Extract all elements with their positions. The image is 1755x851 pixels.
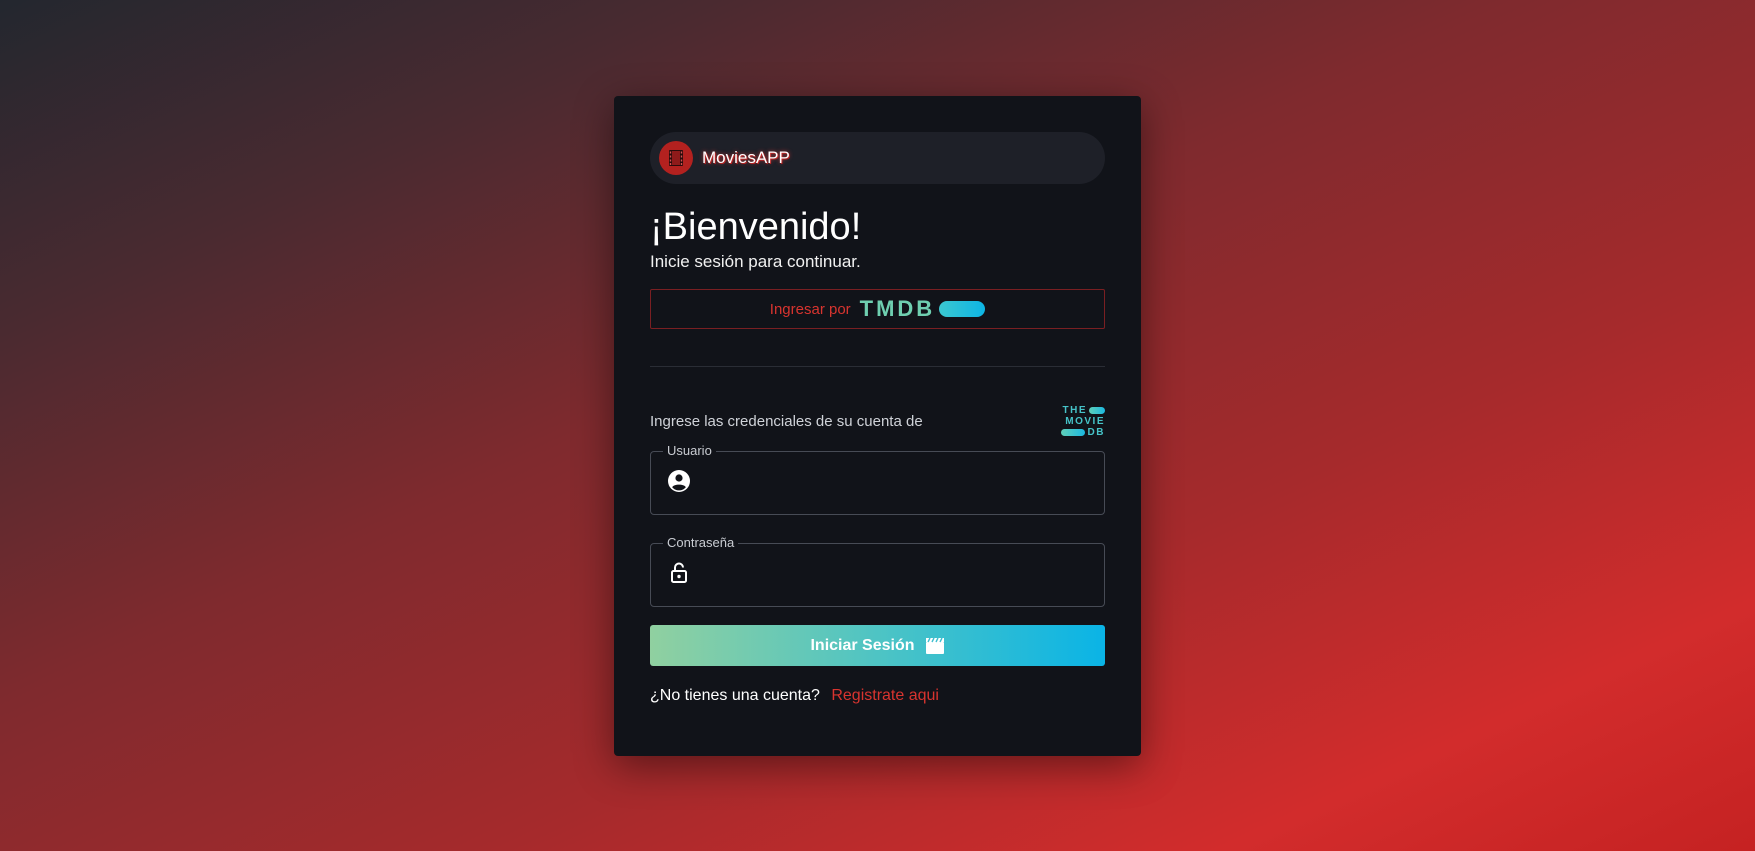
tmdb-logo-line-2: MOVIE bbox=[1065, 415, 1105, 427]
login-card: MoviesAPP ¡Bienvenido! Inicie sesión par… bbox=[614, 96, 1141, 756]
register-row: ¿No tienes una cuenta? Registrate aqui bbox=[650, 687, 1105, 705]
tmdb-logo-pill bbox=[939, 301, 986, 317]
username-input[interactable] bbox=[703, 462, 1104, 504]
username-label: Usuario bbox=[663, 443, 716, 458]
tmdb-stacked-logo: THE MOVIE DB bbox=[1059, 405, 1105, 438]
app-name: MoviesAPP bbox=[702, 148, 790, 167]
credentials-prompt-row: Ingrese las credenciales de su cuenta de… bbox=[650, 403, 1105, 439]
login-submit-button[interactable]: Iniciar Sesión bbox=[650, 625, 1105, 666]
lock-open-icon bbox=[667, 561, 691, 590]
welcome-subtitle: Inicie sesión para continuar. bbox=[650, 252, 861, 271]
tmdb-login-button[interactable]: Ingresar por TMDB bbox=[650, 289, 1105, 329]
register-question: ¿No tienes una cuenta? bbox=[650, 687, 820, 704]
welcome-title: ¡Bienvenido! bbox=[650, 206, 862, 248]
account-circle-icon bbox=[667, 469, 691, 498]
tmdb-logo-line-1: THE bbox=[1062, 404, 1087, 416]
divider bbox=[650, 366, 1105, 367]
password-input[interactable] bbox=[703, 554, 1104, 596]
register-link[interactable]: Registrate aqui bbox=[831, 687, 939, 704]
tmdb-logo-line-3: DB bbox=[1087, 426, 1105, 438]
clapperboard-icon bbox=[925, 637, 944, 654]
password-label: Contraseña bbox=[663, 535, 739, 550]
submit-label: Iniciar Sesión bbox=[810, 636, 915, 654]
username-field[interactable]: Usuario bbox=[650, 443, 1105, 515]
credentials-prompt: Ingrese las credenciales de su cuenta de bbox=[650, 412, 923, 430]
film-reel-icon bbox=[659, 141, 693, 175]
password-field[interactable]: Contraseña bbox=[650, 535, 1105, 607]
tmdb-logo-pill-small bbox=[1089, 406, 1105, 414]
brand-header: MoviesAPP bbox=[650, 132, 1105, 184]
tmdb-login-label: Ingresar por bbox=[769, 300, 851, 318]
tmdb-logo-text: TMDB bbox=[859, 296, 936, 321]
tmdb-logo-pill-small bbox=[1060, 428, 1085, 436]
